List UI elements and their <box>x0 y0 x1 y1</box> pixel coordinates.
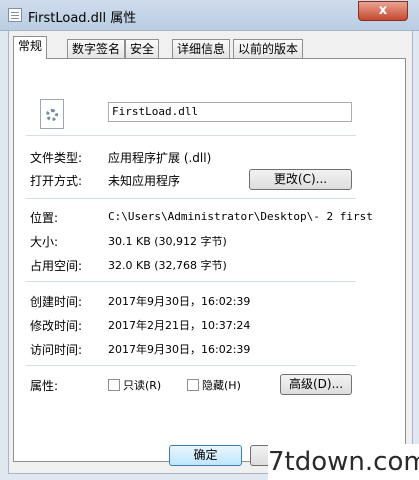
separator <box>26 198 356 199</box>
attributes-label: 属性: <box>30 379 59 393</box>
file-icon <box>8 8 22 22</box>
created-label: 创建时间: <box>30 295 83 309</box>
location-value: C:\Users\Administrator\Desktop\- 2 first <box>108 210 373 223</box>
modified-value: 2017年2月21日，10:37:24 <box>108 319 251 332</box>
dialog-client: 常规 数字签名 安全 详细信息 以前的版本 FirstLoad.dll 文件类型… <box>8 30 413 474</box>
separator <box>26 365 356 366</box>
open-with-value: 未知应用程序 <box>108 174 181 188</box>
title-bar: FirstLoad.dll 属性 x <box>0 0 419 31</box>
hidden-checkbox[interactable] <box>187 379 199 391</box>
separator <box>26 135 356 136</box>
accessed-label: 访问时间: <box>30 343 83 357</box>
accessed-value: 2017年9月30日，16:02:39 <box>108 343 251 356</box>
separator <box>26 281 356 282</box>
close-button[interactable]: x <box>358 1 408 21</box>
tab-details[interactable]: 详细信息 <box>172 39 231 58</box>
general-panel: FirstLoad.dll 文件类型: 应用程序扩展 (.dll) 打开方式: … <box>13 58 406 462</box>
open-with-label: 打开方式: <box>30 174 83 188</box>
dll-file-icon <box>40 99 64 129</box>
window-title: FirstLoad.dll 属性 <box>28 11 137 26</box>
location-label: 位置: <box>30 211 59 225</box>
ok-button[interactable]: 确定 <box>169 445 242 466</box>
size-on-disk-value: 32.0 KB (32,768 字节) <box>108 259 227 272</box>
file-name-field[interactable]: FirstLoad.dll <box>108 102 352 122</box>
size-label: 大小: <box>30 235 59 249</box>
tab-general[interactable]: 常规 <box>13 36 48 59</box>
watermark: 7tdown.com <box>268 444 419 480</box>
size-value: 30.1 KB (30,912 字节) <box>108 235 227 248</box>
advanced-button[interactable]: 高级(D)... <box>280 374 352 395</box>
file-type-value: 应用程序扩展 (.dll) <box>108 151 212 165</box>
tab-previous-versions[interactable]: 以前的版本 <box>233 39 304 58</box>
size-on-disk-label: 占用空间: <box>30 259 83 273</box>
readonly-checkbox[interactable] <box>108 379 120 391</box>
file-type-label: 文件类型: <box>30 151 83 165</box>
tab-security[interactable]: 安全 <box>125 39 160 58</box>
readonly-label[interactable]: 只读(R) <box>123 377 161 393</box>
change-button[interactable]: 更改(C)... <box>249 169 352 190</box>
gear-icon <box>46 109 58 121</box>
modified-label: 修改时间: <box>30 319 83 333</box>
hidden-label[interactable]: 隐藏(H) <box>202 377 241 393</box>
created-value: 2017年9月30日，16:02:39 <box>108 295 251 308</box>
tab-digital-signatures[interactable]: 数字签名 <box>67 39 126 58</box>
